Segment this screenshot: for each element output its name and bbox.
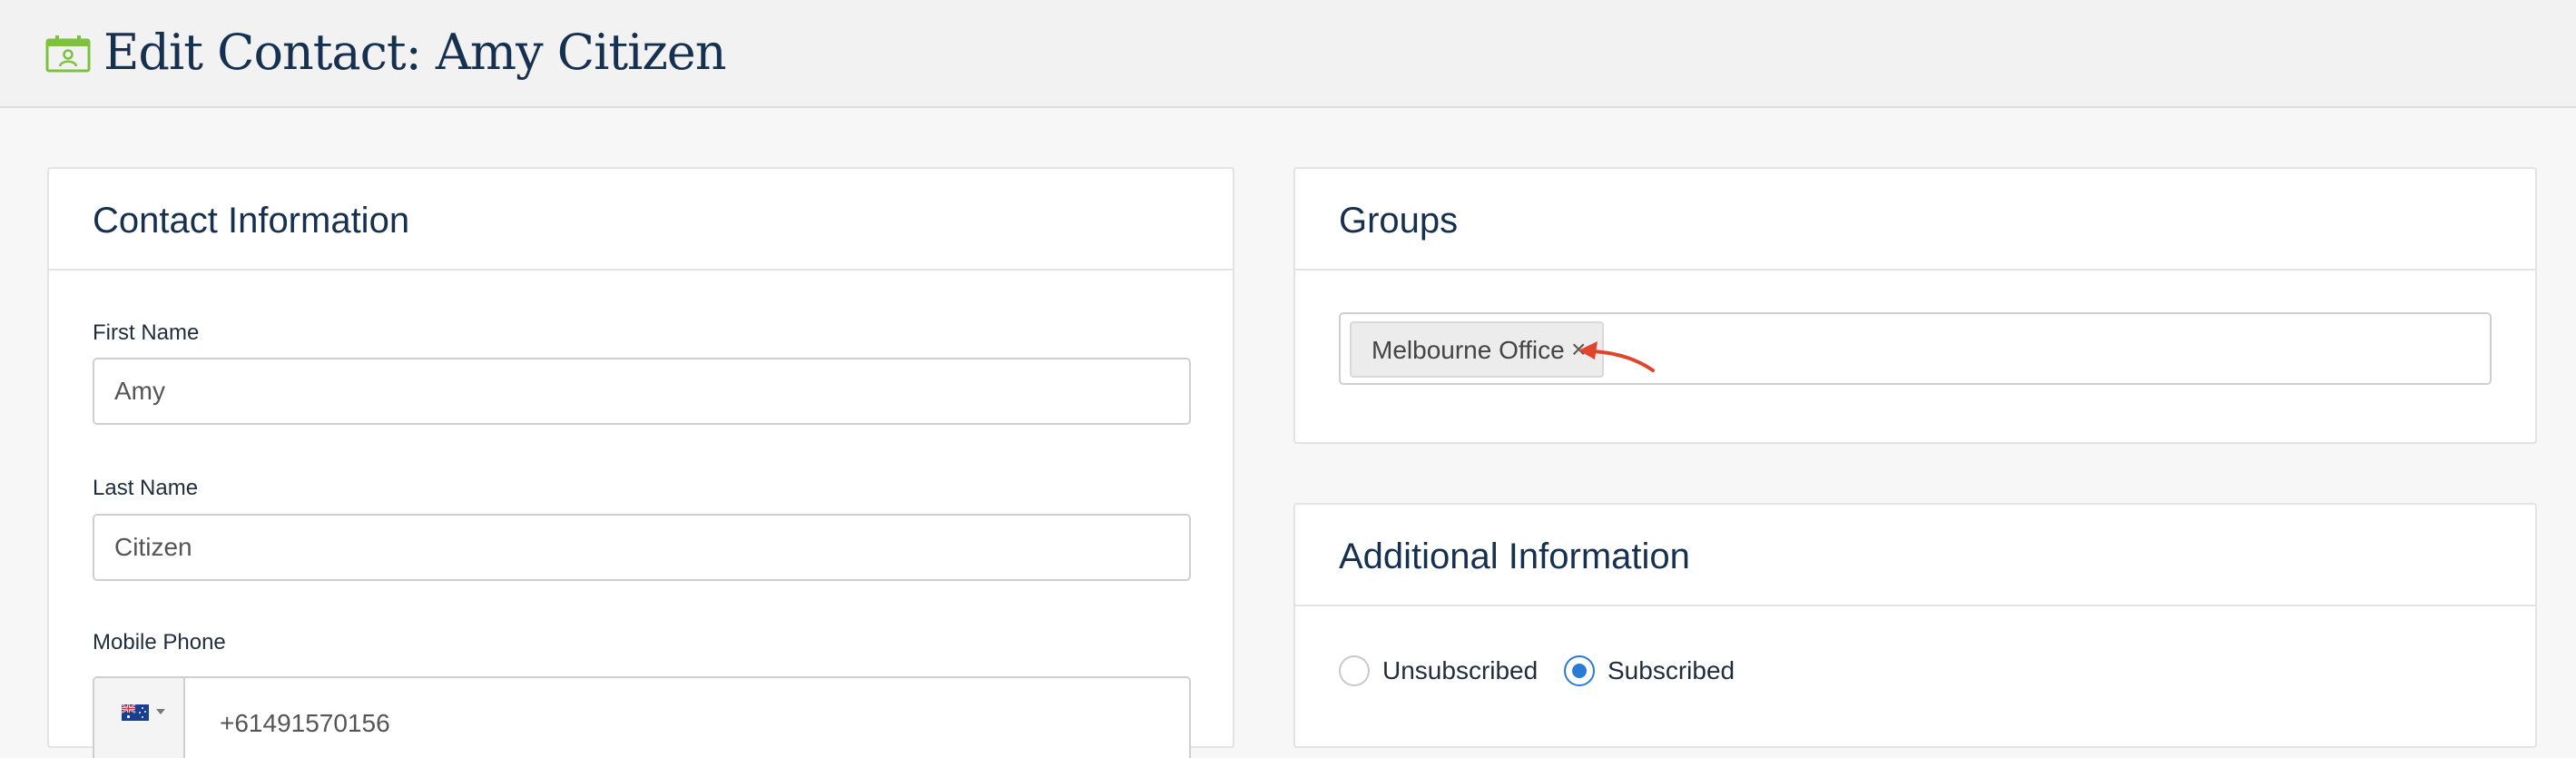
subscribed-label[interactable]: Subscribed <box>1608 656 1735 685</box>
country-code-select[interactable] <box>94 678 185 758</box>
card-title: Additional Information <box>1339 537 1690 576</box>
contact-information-card: Contact Information First Name Last Name… <box>47 167 1234 758</box>
groups-card: Groups Melbourne Office × <box>1293 167 2537 444</box>
last-name-input[interactable] <box>93 514 1191 581</box>
card-header: Additional Information <box>1295 505 2535 606</box>
groups-tag-input[interactable]: Melbourne Office × <box>1339 312 2492 385</box>
contact-card-icon <box>45 35 91 73</box>
australia-flag-icon <box>122 704 149 721</box>
group-tag-label: Melbourne Office <box>1372 336 1565 364</box>
additional-information-card: Additional Information Unsubscribed Subs… <box>1293 503 2537 748</box>
red-arrow-icon <box>1578 341 1655 372</box>
chevron-down-icon <box>156 709 165 714</box>
card-header: Contact Information <box>49 169 1233 271</box>
mobile-phone-field <box>93 676 1191 758</box>
last-name-label: Last Name <box>93 476 199 500</box>
page-title: Edit Contact: Amy Citizen <box>103 24 727 81</box>
group-tag: Melbourne Office × <box>1350 321 1604 378</box>
card-title: Groups <box>1339 201 1459 241</box>
unsubscribed-label[interactable]: Unsubscribed <box>1382 656 1538 685</box>
unsubscribed-radio[interactable] <box>1339 655 1370 686</box>
card-title: Contact Information <box>93 201 410 241</box>
first-name-label: First Name <box>93 320 200 345</box>
mobile-phone-label: Mobile Phone <box>93 630 226 655</box>
card-header: Groups <box>1295 169 2535 271</box>
mobile-phone-input[interactable] <box>185 678 1189 758</box>
subscribed-radio[interactable] <box>1564 655 1595 686</box>
page-header: Edit Contact: Amy Citizen <box>0 0 2576 108</box>
first-name-input[interactable] <box>93 358 1191 425</box>
